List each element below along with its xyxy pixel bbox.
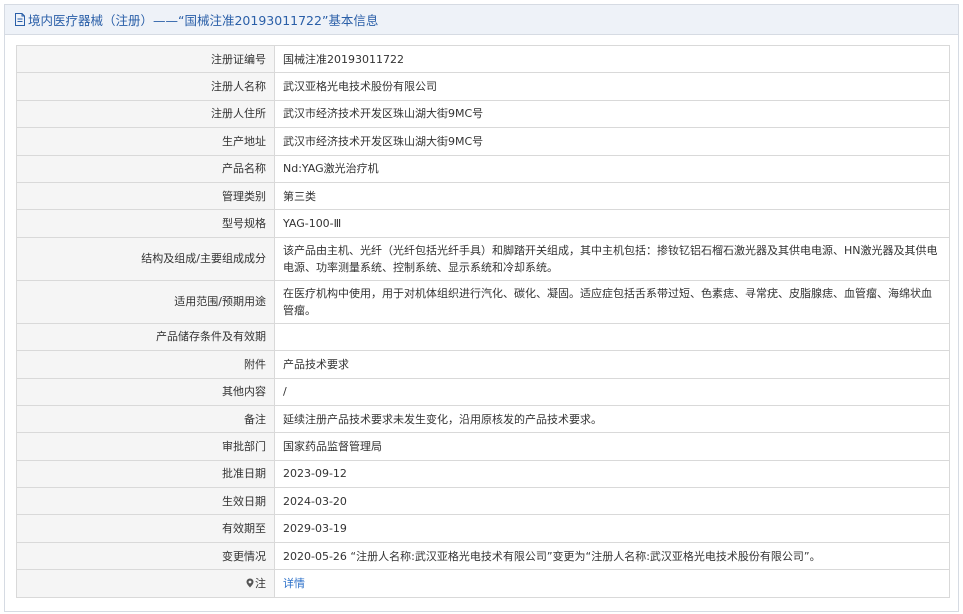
row-label: 附件 (16, 350, 275, 379)
row-label: 变更情况 (16, 541, 275, 571)
row-value: 该产品由主机、光纤（光纤包括光纤手具）和脚踏开关组成，其中主机包括：掺钕钇铝石榴… (274, 236, 950, 281)
document-icon (15, 13, 25, 26)
pin-icon (246, 578, 254, 588)
row-label: 注册证编号 (16, 44, 275, 74)
row-label: 注册人名称 (16, 72, 275, 101)
row-label: 审批部门 (16, 432, 275, 461)
table-row: 其他内容 / (16, 377, 950, 406)
row-value: 2020-05-26 “注册人名称:武汉亚格光电技术有限公司”变更为“注册人名称… (274, 541, 950, 571)
table-row: 适用范围/预期用途 在医疗机构中使用，用于对机体组织进行汽化、碳化、凝固。适应症… (16, 279, 950, 324)
table-row: 管理类别 第三类 (16, 181, 950, 211)
row-value: 2024-03-20 (274, 487, 950, 516)
row-value: 武汉亚格光电技术股份有限公司 (274, 72, 950, 101)
row-value: 产品技术要求 (274, 350, 950, 379)
info-table-container: 注册证编号 国械注准20193011722 注册人名称 武汉亚格光电技术股份有限… (16, 44, 950, 598)
table-row: 生产地址 武汉市经济技术开发区珠山湖大街9MC号 (16, 127, 950, 156)
table-row: 注册人名称 武汉亚格光电技术股份有限公司 (16, 72, 950, 101)
table-row: 审批部门 国家药品监督管理局 (16, 432, 950, 461)
table-row: 备注 延续注册产品技术要求未发生变化，沿用原核发的产品技术要求。 (16, 404, 950, 434)
table-row: 注 详情 (16, 569, 950, 598)
table-row: 注册证编号 国械注准20193011722 (16, 44, 950, 74)
row-label: 备注 (16, 404, 275, 434)
row-value: 2023-09-12 (274, 459, 950, 489)
row-value: 第三类 (274, 181, 950, 211)
row-label: 型号规格 (16, 209, 275, 238)
row-label: 管理类别 (16, 181, 275, 211)
row-label: 注 (255, 576, 266, 590)
row-value (274, 322, 950, 352)
table-row: 有效期至 2029-03-19 (16, 514, 950, 543)
table-row: 附件 产品技术要求 (16, 350, 950, 379)
row-label: 批准日期 (16, 459, 275, 489)
row-label: 其他内容 (16, 377, 275, 406)
row-label: 产品储存条件及有效期 (16, 322, 275, 352)
row-value: 武汉市经济技术开发区珠山湖大街9MC号 (274, 127, 950, 156)
row-label: 生效日期 (16, 487, 275, 516)
page-title: 境内医疗器械（注册）——“国械注准20193011722”基本信息 (28, 13, 379, 28)
note-label-cell: 注 (16, 569, 275, 598)
details-link[interactable]: 详情 (283, 577, 305, 590)
table-row: 生效日期 2024-03-20 (16, 487, 950, 516)
panel-header: 境内医疗器械（注册）——“国械注准20193011722”基本信息 (5, 5, 958, 35)
row-value: YAG-100-Ⅲ (274, 209, 950, 238)
row-value: 延续注册产品技术要求未发生变化，沿用原核发的产品技术要求。 (274, 404, 950, 434)
row-value: 2029-03-19 (274, 514, 950, 543)
table-row: 注册人住所 武汉市经济技术开发区珠山湖大街9MC号 (16, 99, 950, 129)
table-row: 产品储存条件及有效期 (16, 322, 950, 352)
info-table: 注册证编号 国械注准20193011722 注册人名称 武汉亚格光电技术股份有限… (16, 44, 950, 598)
row-value: 国家药品监督管理局 (274, 432, 950, 461)
table-row: 型号规格 YAG-100-Ⅲ (16, 209, 950, 238)
row-label: 注册人住所 (16, 99, 275, 129)
table-row: 批准日期 2023-09-12 (16, 459, 950, 489)
detail-panel: 境内医疗器械（注册）——“国械注准20193011722”基本信息 注册证编号 … (4, 4, 959, 612)
row-value: / (274, 377, 950, 406)
row-value: Nd:YAG激光治疗机 (274, 154, 950, 183)
row-value: 在医疗机构中使用，用于对机体组织进行汽化、碳化、凝固。适应症包括舌系带过短、色素… (274, 279, 950, 324)
table-row: 产品名称 Nd:YAG激光治疗机 (16, 154, 950, 183)
row-value: 详情 (274, 569, 950, 598)
row-label: 适用范围/预期用途 (16, 279, 275, 324)
row-label: 有效期至 (16, 514, 275, 543)
row-label: 产品名称 (16, 154, 275, 183)
row-label: 结构及组成/主要组成成分 (16, 236, 275, 281)
table-row: 结构及组成/主要组成成分 该产品由主机、光纤（光纤包括光纤手具）和脚踏开关组成，… (16, 236, 950, 281)
row-value: 武汉市经济技术开发区珠山湖大街9MC号 (274, 99, 950, 129)
table-row: 变更情况 2020-05-26 “注册人名称:武汉亚格光电技术有限公司”变更为“… (16, 541, 950, 571)
row-value: 国械注准20193011722 (274, 44, 950, 74)
row-label: 生产地址 (16, 127, 275, 156)
